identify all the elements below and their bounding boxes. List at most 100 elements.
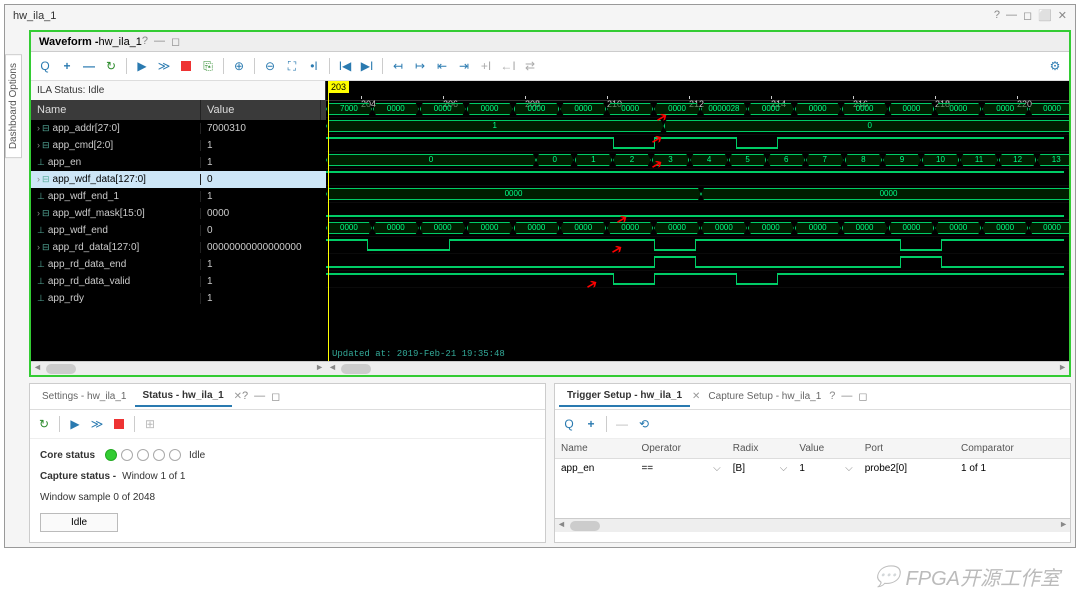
fast-forward-icon[interactable]: ≫ <box>87 414 107 434</box>
minimize-icon[interactable]: — <box>154 35 165 48</box>
signal-value: 0 <box>201 174 321 185</box>
reset-icon[interactable]: ⟲ <box>634 414 654 434</box>
operator-dropdown[interactable]: == <box>641 463 720 474</box>
cursor-line[interactable] <box>328 81 329 361</box>
maximize-icon[interactable]: ◻ <box>171 35 180 48</box>
zoom-out-icon[interactable]: ⊖ <box>260 56 280 76</box>
go-to-end-icon[interactable]: ▶I <box>357 56 377 76</box>
trigger-comparator: 1 of 1 <box>955 459 1070 479</box>
close-icon[interactable]: ✕ <box>1058 9 1067 22</box>
signal-row[interactable]: ⊥app_rd_data_valid1 <box>31 273 326 290</box>
stop-icon[interactable] <box>176 56 196 76</box>
refresh-icon[interactable]: ↻ <box>101 56 121 76</box>
capture-sample-text: Window sample 0 of 2048 <box>40 492 535 503</box>
prev-transition-icon[interactable]: ⇤ <box>432 56 452 76</box>
minimize-icon[interactable]: — <box>1006 9 1017 22</box>
next-transition-icon[interactable]: ⇥ <box>454 56 474 76</box>
maximize-icon[interactable]: ◻ <box>271 390 280 403</box>
signal-row[interactable]: ›⊟app_rd_data[127:0]00000000000000000 <box>31 239 326 256</box>
trigger-scrollbar[interactable] <box>555 518 1070 532</box>
help-icon[interactable]: ? <box>242 390 248 403</box>
wave-trace <box>326 254 1069 271</box>
signal-scrollbar[interactable] <box>31 361 326 375</box>
export-icon[interactable]: ⎘ <box>198 56 218 76</box>
col-value[interactable]: Value <box>793 439 858 459</box>
play-icon[interactable]: ▶ <box>132 56 152 76</box>
header-name[interactable]: Name <box>31 100 201 120</box>
wire-icon: ⊥ <box>37 293 45 303</box>
signal-row[interactable]: ⊥app_en1 <box>31 154 326 171</box>
signal-row[interactable]: ⊥app_wdf_end0 <box>31 222 326 239</box>
refresh-icon[interactable]: ↻ <box>34 414 54 434</box>
help-icon[interactable]: ? <box>142 35 148 48</box>
cursor-value-marker[interactable]: 203 <box>328 81 349 93</box>
radix-dropdown[interactable]: [B] <box>733 463 788 474</box>
tab-close-icon[interactable]: ✕ <box>692 391 700 402</box>
wire-icon: ⊥ <box>37 191 45 201</box>
outer-title-bar: hw_ila_1 ? — ◻ ⬜ ✕ <box>5 5 1075 26</box>
help-icon[interactable]: ? <box>829 390 835 403</box>
col-radix[interactable]: Radix <box>727 439 794 459</box>
signal-row[interactable]: ⊥app_rd_data_end1 <box>31 256 326 273</box>
signal-row[interactable]: ›⊟app_addr[27:0]7000310 <box>31 120 326 137</box>
tab-status[interactable]: Status - hw_ila_1 <box>135 386 232 407</box>
header-value[interactable]: Value <box>201 100 321 120</box>
maximize-icon[interactable]: ⬜ <box>1038 9 1052 22</box>
idle-button[interactable]: Idle <box>40 513 118 532</box>
signal-name: app_cmd[2:0] <box>53 140 114 151</box>
col-operator[interactable]: Operator <box>635 439 726 459</box>
value-dropdown[interactable]: 1 <box>799 463 852 474</box>
signal-name: app_rd_data_end <box>48 259 126 270</box>
dashboard-options-tab[interactable]: Dashboard Options <box>5 54 22 158</box>
signal-row[interactable]: ›⊟app_cmd[2:0]1 <box>31 137 326 154</box>
signal-value: 0000 <box>201 208 321 219</box>
expand-icon[interactable]: › <box>37 174 40 184</box>
search-icon[interactable]: Q <box>559 414 579 434</box>
maximize-icon[interactable]: ◻ <box>858 390 867 403</box>
go-to-cursor-icon[interactable]: •I <box>304 56 324 76</box>
waveform-canvas[interactable]: 203 204206208210212214216218220 70000000… <box>326 81 1069 361</box>
signal-row[interactable]: ›⊟app_wdf_mask[15:0]0000 <box>31 205 326 222</box>
expand-icon[interactable]: › <box>37 140 40 150</box>
expand-icon[interactable]: › <box>37 208 40 218</box>
trigger-row[interactable]: app_en == [B] 1 probe2[0] 1 of 1 <box>555 459 1070 479</box>
help-icon[interactable]: ? <box>994 9 1000 22</box>
settings-gear-icon[interactable]: ⚙ <box>1045 56 1065 76</box>
zoom-in-icon[interactable]: ⊕ <box>229 56 249 76</box>
minimize-icon[interactable]: — <box>841 390 852 403</box>
fast-forward-icon[interactable]: ≫ <box>154 56 174 76</box>
search-icon[interactable]: Q <box>35 56 55 76</box>
tab-capture-setup[interactable]: Capture Setup - hw_ila_1 <box>700 387 829 406</box>
expand-icon[interactable]: › <box>37 242 40 252</box>
prev-edge-icon[interactable]: ↤ <box>388 56 408 76</box>
wave-trace <box>326 135 1069 152</box>
expand-icon[interactable]: › <box>37 123 40 133</box>
tab-settings[interactable]: Settings - hw_ila_1 <box>34 387 135 406</box>
col-comparator[interactable]: Comparator <box>955 439 1070 459</box>
play-icon[interactable]: ▶ <box>65 414 85 434</box>
next-edge-icon[interactable]: ↦ <box>410 56 430 76</box>
group-icon[interactable]: ⊞ <box>140 414 160 434</box>
tab-close-icon[interactable]: ✕ <box>234 391 242 402</box>
marker-prev-icon[interactable]: ←I <box>498 56 518 76</box>
signal-row[interactable]: ⊥app_rdy1 <box>31 290 326 307</box>
col-name[interactable]: Name <box>555 439 635 459</box>
add-icon[interactable]: + <box>57 56 77 76</box>
waveform-scrollbar[interactable] <box>326 361 1069 375</box>
marker-add-icon[interactable]: +I <box>476 56 496 76</box>
go-to-start-icon[interactable]: I◀ <box>335 56 355 76</box>
swap-icon[interactable]: ⇄ <box>520 56 540 76</box>
zoom-fit-icon[interactable]: ⛶ <box>282 56 302 76</box>
signal-row[interactable]: ⊥app_wdf_end_11 <box>31 188 326 205</box>
remove-icon[interactable]: — <box>79 56 99 76</box>
restore-icon[interactable]: ◻ <box>1023 9 1032 22</box>
signal-value: 1 <box>201 157 321 168</box>
stop-icon[interactable] <box>109 414 129 434</box>
minimize-icon[interactable]: — <box>254 390 265 403</box>
col-port[interactable]: Port <box>859 439 955 459</box>
remove-icon[interactable]: — <box>612 414 632 434</box>
time-ruler[interactable]: 203 204206208210212214216218220 <box>326 81 1069 101</box>
add-icon[interactable]: + <box>581 414 601 434</box>
signal-row[interactable]: ›⊟app_wdf_data[127:0]0 <box>31 171 326 188</box>
tab-trigger-setup[interactable]: Trigger Setup - hw_ila_1 <box>559 386 690 407</box>
